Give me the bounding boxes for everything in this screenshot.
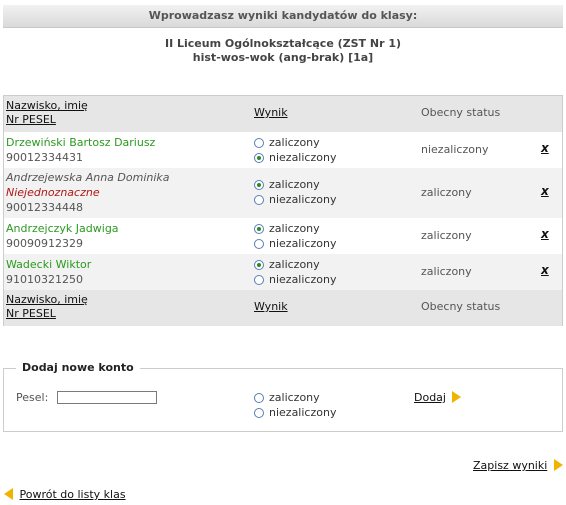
radio-icon[interactable] [254, 195, 264, 205]
class-name: hist-wos-wok (ang-brak) [1a] [192, 51, 374, 64]
ambiguous-note: Niejednoznaczne [6, 186, 100, 199]
candidate-pesel: 91010321250 [6, 273, 83, 286]
table-row: Andrzejewska Anna Dominika Niejednoznacz… [4, 168, 562, 218]
result-option-fail[interactable]: niezaliczony [254, 150, 336, 165]
table-row: Andrzejczyk Jadwiga 90090912329 zaliczon… [4, 218, 562, 254]
candidate-name: Drzewiński Bartosz Dariusz [6, 136, 156, 149]
table-header: Nazwisko, imię Nr PESEL Wynik Obecny sta… [4, 96, 562, 132]
current-status: niezaliczony [421, 143, 489, 156]
table-row: Wadecki Wiktor 91010321250 zaliczony nie… [4, 254, 562, 290]
school-name: II Liceum Ogólnokształcące (ZST Nr 1) [164, 37, 402, 50]
radio-icon[interactable] [254, 408, 264, 418]
new-option-pass[interactable]: zaliczony [254, 390, 336, 405]
candidate-pesel: 90090912329 [6, 237, 83, 250]
arrow-right-icon [452, 391, 462, 403]
current-status: zaliczony [421, 229, 472, 242]
column-name-header[interactable]: Nazwisko, imię [6, 293, 88, 307]
pesel-input[interactable] [57, 391, 157, 404]
delete-row-button[interactable]: x [541, 184, 549, 198]
column-status-header: Obecny status [421, 300, 501, 313]
candidate-name: Wadecki Wiktor [6, 258, 92, 271]
delete-row-button[interactable]: x [541, 227, 549, 241]
radio-icon[interactable] [254, 138, 264, 148]
delete-row-button[interactable]: x [541, 141, 549, 155]
result-option-pass[interactable]: zaliczony [254, 177, 336, 192]
add-button[interactable]: Dodaj [414, 391, 462, 404]
result-option-pass[interactable]: zaliczony [254, 221, 336, 236]
radio-selected-icon[interactable] [254, 224, 264, 234]
result-option-fail[interactable]: niezaliczony [254, 272, 336, 287]
arrow-right-icon [553, 459, 563, 471]
add-link[interactable]: Dodaj [414, 391, 446, 404]
radio-icon[interactable] [254, 275, 264, 285]
column-pesel-header[interactable]: Nr PESEL [6, 307, 88, 321]
column-pesel-header[interactable]: Nr PESEL [6, 113, 88, 127]
new-account-legend: Dodaj nowe konto [16, 361, 140, 374]
radio-icon[interactable] [254, 393, 264, 403]
column-result-header[interactable]: Wynik [254, 106, 288, 119]
delete-row-button[interactable]: x [541, 263, 549, 277]
back-to-classes-link[interactable]: Powrót do listy klas [20, 488, 126, 501]
table-footer-header: Nazwisko, imię Nr PESEL Wynik Obecny sta… [4, 290, 562, 326]
result-option-fail[interactable]: niezaliczony [254, 192, 336, 207]
result-option-pass[interactable]: zaliczony [254, 135, 336, 150]
new-account-fieldset: Dodaj nowe konto Pesel: zaliczony niezal… [3, 361, 563, 432]
radio-selected-icon[interactable] [254, 260, 264, 270]
table-row: Drzewiński Bartosz Dariusz 90012334431 z… [4, 132, 562, 168]
result-option-pass[interactable]: zaliczony [254, 257, 336, 272]
save-results-link[interactable]: Zapisz wyniki [473, 459, 547, 472]
column-status-header: Obecny status [421, 106, 501, 119]
candidate-pesel: 90012334431 [6, 151, 83, 164]
arrow-left-icon [4, 488, 13, 500]
results-table: Nazwisko, imię Nr PESEL Wynik Obecny sta… [3, 95, 563, 326]
school-info: II Liceum Ogólnokształcące (ZST Nr 1) hi… [3, 37, 563, 65]
current-status: zaliczony [421, 265, 472, 278]
radio-selected-icon[interactable] [254, 180, 264, 190]
page-header: Wprowadzasz wyniki kandydatów do klasy: [3, 5, 563, 28]
candidate-name: Andrzejewska Anna Dominika [6, 171, 170, 184]
save-results-button[interactable]: Zapisz wyniki [473, 459, 563, 472]
result-option-fail[interactable]: niezaliczony [254, 236, 336, 251]
radio-icon[interactable] [254, 239, 264, 249]
pesel-label: Pesel: [16, 391, 49, 404]
current-status: zaliczony [421, 186, 472, 199]
candidate-pesel: 90012334448 [6, 201, 83, 214]
candidate-name: Andrzejczyk Jadwiga [6, 222, 119, 235]
back-to-classes-button[interactable]: Powrót do listy klas [4, 488, 126, 501]
new-option-fail[interactable]: niezaliczony [254, 405, 336, 420]
radio-selected-icon[interactable] [254, 153, 264, 163]
column-result-header[interactable]: Wynik [254, 300, 288, 313]
column-name-header[interactable]: Nazwisko, imię [6, 99, 88, 113]
